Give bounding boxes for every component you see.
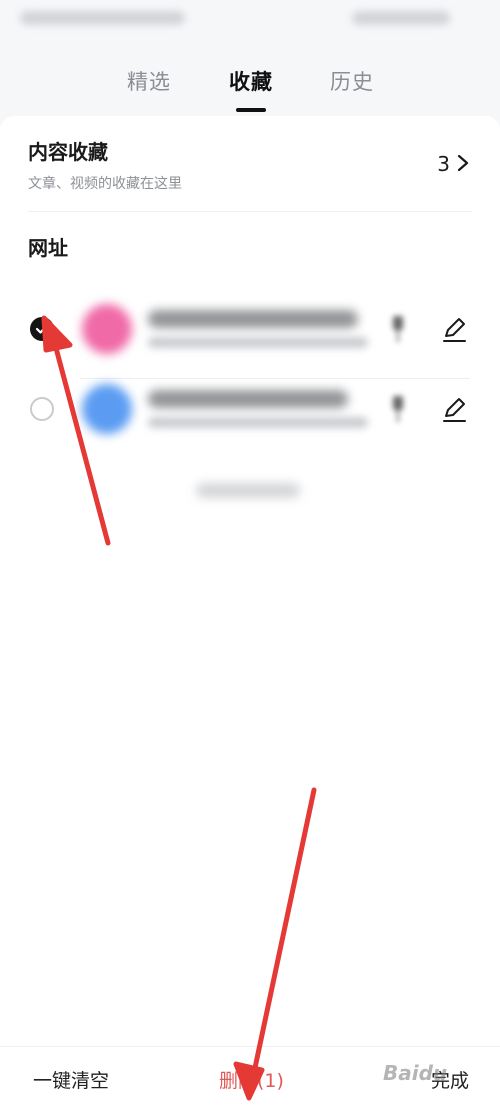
- tab-bar: 精选 收藏 历史: [0, 62, 500, 114]
- tab-featured[interactable]: 精选: [127, 66, 171, 96]
- content-favorites-title: 内容收藏: [28, 140, 108, 164]
- content-favorites-count: 3: [437, 152, 450, 176]
- status-bar: [0, 0, 500, 40]
- tab-favorites[interactable]: 收藏: [229, 66, 273, 96]
- content-favorites-row[interactable]: 内容收藏 文章、视频的收藏在这里 3: [0, 116, 500, 208]
- baidu-watermark: Baidu: [383, 1061, 448, 1085]
- url-address-blurred: [148, 417, 368, 428]
- url-address-blurred: [148, 337, 368, 348]
- favorites-page: 精选 收藏 历史 内容收藏 文章、视频的收藏在这里 3 网址 一键清空 删除(1…: [0, 0, 500, 1111]
- divider: [28, 211, 472, 212]
- site-favicon-icon: [82, 384, 132, 434]
- tab-history[interactable]: 历史: [330, 66, 374, 96]
- url-title-blurred: [148, 310, 358, 328]
- url-title-blurred: [148, 390, 348, 408]
- edit-pencil-icon[interactable]: [441, 397, 467, 423]
- checkbox-checked-icon[interactable]: [30, 317, 54, 341]
- site-favicon-icon: [82, 304, 132, 354]
- checkbox-unchecked-icon[interactable]: [30, 397, 54, 421]
- urls-section-label: 网址: [28, 236, 68, 260]
- favorites-card: 内容收藏 文章、视频的收藏在这里 3 网址: [0, 116, 500, 1046]
- pin-icon[interactable]: [391, 312, 405, 346]
- url-list-item[interactable]: [0, 359, 500, 459]
- clear-all-button[interactable]: 一键清空: [33, 1066, 109, 1093]
- delete-button[interactable]: 删除(1): [219, 1066, 284, 1093]
- pin-icon[interactable]: [391, 392, 405, 426]
- active-tab-indicator: [236, 108, 266, 112]
- content-favorites-subtitle: 文章、视频的收藏在这里: [28, 176, 182, 192]
- edit-pencil-icon[interactable]: [441, 317, 467, 343]
- view-more-link-blurred[interactable]: [196, 483, 300, 498]
- chevron-right-icon: [457, 154, 469, 172]
